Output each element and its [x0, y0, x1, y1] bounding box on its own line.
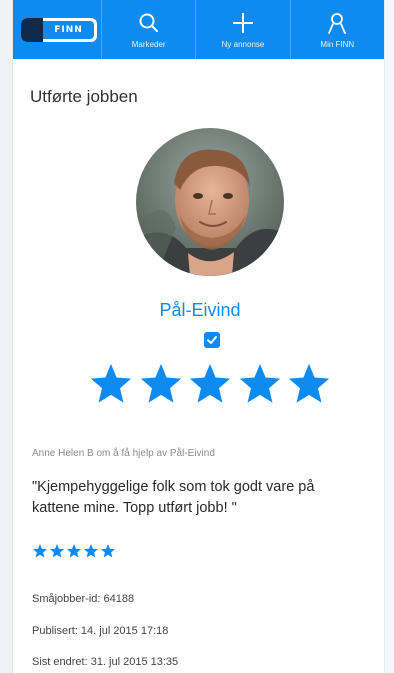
screen: FINN Markeder Ny annonse Min FINN Utført…: [0, 0, 394, 673]
star-icon: [101, 544, 115, 558]
user-icon: [325, 11, 349, 35]
nav-item-markeder[interactable]: Markeder: [101, 0, 195, 59]
star-icon: [288, 363, 330, 403]
logo-text: FINN: [54, 24, 83, 35]
star-icon: [50, 544, 64, 558]
top-navigation-bar: FINN Markeder Ny annonse Min FINN: [13, 0, 384, 59]
nav-label: Markeder: [131, 39, 166, 49]
star-icon: [90, 363, 132, 403]
star-icon: [140, 363, 181, 403]
search-icon: [137, 11, 161, 35]
avatar: [136, 128, 284, 276]
scrollbar[interactable]: [384, 0, 394, 673]
review-author: Anne Helen B om å få hjelp av Pål-Eivind: [32, 448, 215, 459]
listing-id: Småjobber-id: 64188: [32, 593, 135, 605]
page-title: Utførte jobben: [30, 87, 138, 106]
star-icon: [84, 544, 98, 558]
star-icon: [67, 544, 81, 558]
verified-check-icon: [204, 332, 220, 348]
logo-button[interactable]: FINN: [13, 0, 101, 59]
published-date: Publisert: 14. jul 2015 17:18: [32, 625, 169, 637]
nav-item-min-finn[interactable]: Min FINN: [289, 0, 384, 59]
plus-icon: [231, 11, 255, 35]
finn-logo: FINN: [21, 17, 97, 42]
nav-item-ny-annonse[interactable]: Ny annonse: [195, 0, 289, 59]
left-edge: [0, 0, 13, 673]
main-content: Utførte jobben Pål-Eivind Anne Helen B o…: [30, 59, 370, 673]
nav-label: Ny annonse: [221, 39, 265, 49]
profile-rating: [88, 361, 332, 413]
review-text: "Kjempehyggelige folk som tok godt vare …: [32, 479, 315, 516]
nav-label: Min FINN: [320, 39, 355, 49]
profile-name[interactable]: Pål-Eivind: [30, 300, 370, 321]
logo-dark-block: [21, 17, 43, 42]
last-edited-date: Sist endret: 31. jul 2015 13:35: [32, 656, 179, 668]
review-rating: [32, 543, 116, 559]
star-icon: [189, 363, 231, 403]
star-icon: [33, 544, 47, 558]
star-icon: [239, 363, 280, 403]
